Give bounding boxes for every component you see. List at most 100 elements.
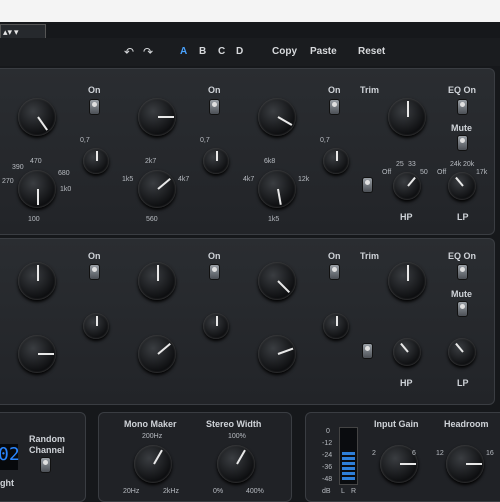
mute-toggle[interactable] [458, 302, 467, 316]
meter-scale-36: -36 [322, 464, 333, 471]
gain-knob-mid[interactable] [138, 262, 176, 300]
preset-slot-c[interactable]: C [218, 46, 225, 57]
meter-scale-48: -48 [322, 476, 333, 483]
freq-label: 12k [298, 176, 310, 183]
freq-label: 4k7 [178, 176, 190, 183]
level-meter [339, 427, 358, 485]
freq-label: 4k7 [243, 176, 255, 183]
band-on-toggle-2[interactable] [210, 100, 219, 114]
lp-label: LP [457, 378, 469, 388]
band-on-toggle-1[interactable] [90, 100, 99, 114]
lp-label: LP [457, 212, 469, 222]
on-label-1: On [88, 85, 101, 95]
mono-maker-knob[interactable] [134, 445, 172, 483]
trim-label: Trim [360, 85, 380, 95]
freq-label: 100 [28, 216, 40, 223]
chevron-down-icon[interactable]: ▾ [14, 27, 19, 38]
q-scale-label: 0,7 [320, 137, 330, 144]
freq-knob-high[interactable] [258, 335, 296, 373]
input-gain-scale: 2 [372, 450, 376, 457]
host-title-bar [0, 0, 500, 22]
eq-on-toggle[interactable] [458, 100, 467, 114]
hp-scale-33: 33 [408, 161, 416, 168]
preset-slot-d[interactable]: D [236, 46, 243, 57]
stereo-width-max: 400% [246, 488, 264, 495]
headroom-knob[interactable] [446, 445, 484, 483]
lp-scale-17k: 17k [476, 169, 488, 176]
on-label-2: On [208, 251, 221, 261]
q-scale-label: 0,7 [80, 137, 90, 144]
on-label-2: On [208, 85, 221, 95]
freq-knob-mid[interactable] [138, 335, 176, 373]
eq-channel-strip-2 [0, 238, 495, 405]
lp-knob[interactable] [448, 172, 476, 200]
filter-mode-toggle[interactable] [363, 178, 372, 192]
stereo-width-knob[interactable] [217, 445, 255, 483]
lp-scale-off: Off [437, 169, 447, 176]
band-on-toggle-3[interactable] [330, 265, 339, 279]
hp-knob[interactable] [393, 172, 421, 200]
cut-off-label: ght [0, 478, 14, 488]
band-on-toggle-2[interactable] [210, 265, 219, 279]
gain-knob-high[interactable] [258, 262, 296, 300]
filter-mode-toggle[interactable] [363, 344, 372, 358]
hp-knob[interactable] [393, 338, 421, 366]
q-knob-mid[interactable] [203, 148, 229, 174]
hp-scale-25: 25 [396, 161, 404, 168]
mute-toggle[interactable] [458, 136, 467, 150]
headroom-scale: 12 [436, 450, 444, 457]
on-label-3: On [328, 85, 341, 95]
freq-knob-low[interactable] [18, 170, 56, 208]
freq-label: 270 [2, 178, 14, 185]
band-on-toggle-1[interactable] [90, 265, 99, 279]
mono-maker-max: 2kHz [163, 488, 179, 495]
redo-icon[interactable]: ↷ [143, 45, 153, 59]
q-knob-mid[interactable] [203, 313, 229, 339]
on-label-3: On [328, 251, 341, 261]
meter-scale-12: -12 [322, 440, 333, 447]
up-down-arrows-icon[interactable]: ▴▾ [3, 27, 12, 38]
stereo-width-min: 0% [213, 488, 224, 495]
channel-number-display: 02 [0, 444, 20, 470]
q-knob-high[interactable] [323, 148, 349, 174]
hp-scale-50: 50 [420, 169, 428, 176]
freq-knob-low[interactable] [18, 335, 56, 373]
headroom-scale: 16 [486, 450, 494, 457]
on-label-1: On [88, 251, 101, 261]
gain-knob-low[interactable] [18, 98, 56, 136]
lp-knob[interactable] [448, 338, 476, 366]
random-channel-toggle[interactable] [41, 458, 50, 472]
q-knob-high[interactable] [323, 313, 349, 339]
freq-knob-high[interactable] [258, 170, 296, 208]
gain-knob-high[interactable] [258, 98, 296, 136]
freq-label: 680 [58, 170, 70, 177]
stereo-width-label: Stereo Width [206, 419, 262, 429]
trim-knob[interactable] [388, 262, 426, 300]
band-on-toggle-3[interactable] [330, 100, 339, 114]
input-gain-label: Input Gain [374, 419, 419, 429]
q-scale-label: 0,7 [200, 137, 210, 144]
hp-scale-off: Off [382, 169, 392, 176]
gain-knob-low[interactable] [18, 262, 56, 300]
eq-on-label: EQ On [448, 251, 477, 261]
freq-knob-mid[interactable] [138, 170, 176, 208]
hp-label: HP [400, 378, 413, 388]
freq-label: 560 [146, 216, 158, 223]
hp-label: HP [400, 212, 413, 222]
mono-maker-top: 200Hz [142, 433, 163, 440]
trim-knob[interactable] [388, 98, 426, 136]
gain-knob-mid[interactable] [138, 98, 176, 136]
paste-button[interactable]: Paste [310, 46, 337, 57]
freq-label: 1k0 [60, 186, 72, 193]
q-knob-low[interactable] [83, 313, 109, 339]
q-knob-low[interactable] [83, 148, 109, 174]
meter-scale-0: 0 [326, 428, 330, 435]
preset-slot-a[interactable]: A [180, 46, 187, 57]
mute-label: Mute [451, 123, 472, 133]
copy-button[interactable]: Copy [272, 46, 297, 57]
eq-on-toggle[interactable] [458, 265, 467, 279]
meter-unit: dB [322, 488, 331, 495]
reset-button[interactable]: Reset [358, 46, 385, 57]
undo-icon[interactable]: ↶ [124, 45, 134, 59]
preset-slot-b[interactable]: B [199, 46, 206, 57]
